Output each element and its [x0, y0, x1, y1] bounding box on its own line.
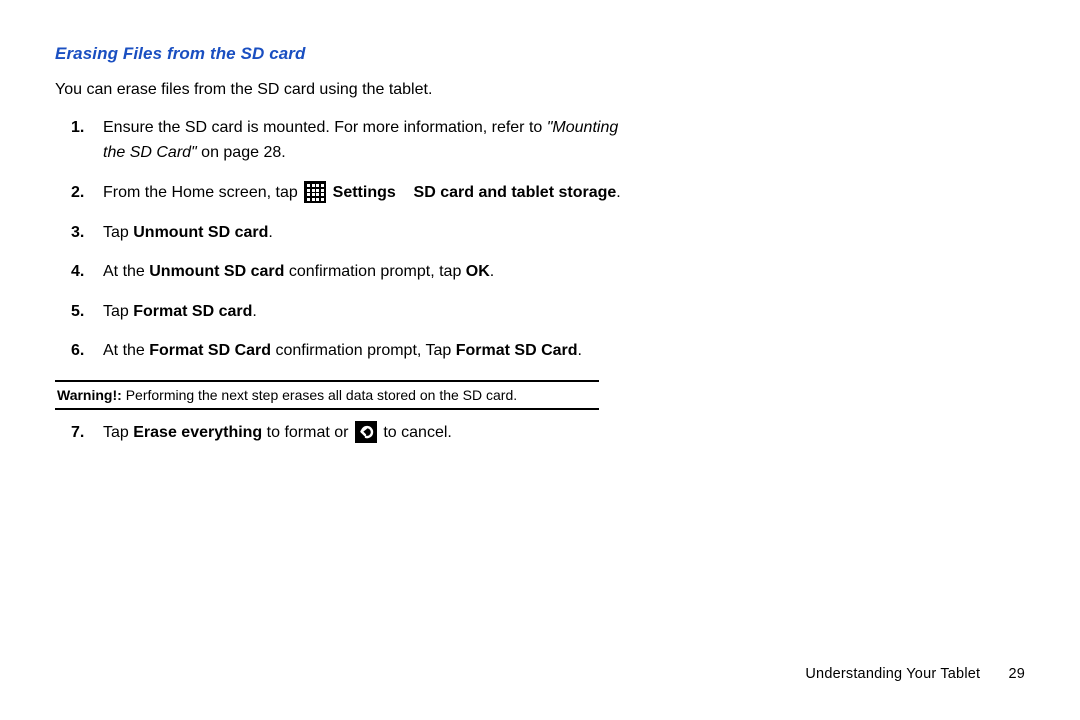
step-text: From the Home screen, tap — [103, 184, 302, 201]
step-7: Tap Erase everything to format or to can… — [101, 420, 641, 446]
page-footer: Understanding Your Tablet 29 — [805, 666, 1025, 682]
step-text: At the — [103, 342, 149, 359]
ui-label-format: Format SD Card — [149, 342, 271, 359]
step-3: Tap Unmount SD card. — [101, 220, 641, 246]
step-text: to cancel. — [383, 424, 451, 441]
step-text: Tap — [103, 224, 133, 241]
manual-page: Erasing Files from the SD card You can e… — [0, 0, 1080, 720]
ui-label-ok: OK — [466, 263, 490, 280]
step-text: . — [616, 184, 620, 201]
step-2: From the Home screen, tap Settings SD ca… — [101, 180, 641, 206]
ui-label-settings: Settings — [333, 184, 396, 201]
step-1: Ensure the SD card is mounted. For more … — [101, 115, 641, 166]
ui-label-format: Format SD Card — [456, 342, 578, 359]
steps-list: Ensure the SD card is mounted. For more … — [55, 115, 641, 364]
footer-section: Understanding Your Tablet — [805, 666, 980, 682]
ui-label-unmount: Unmount SD card — [149, 263, 284, 280]
step-text: to format or — [262, 424, 353, 441]
step-6: At the Format SD Card confirmation promp… — [101, 338, 641, 364]
apps-grid-icon — [304, 181, 326, 203]
step-text: At the — [103, 263, 149, 280]
warning-block: Warning!: Performing the next step erase… — [55, 380, 599, 410]
step-text: . — [578, 342, 582, 359]
back-icon — [355, 421, 377, 443]
step-text: on page 28. — [197, 144, 286, 161]
warning-label: Warning!: — [57, 387, 122, 403]
step-text: . — [252, 303, 256, 320]
step-text: . — [268, 224, 272, 241]
step-text: Tap — [103, 303, 133, 320]
step-text: Tap — [103, 424, 133, 441]
ui-label-format: Format SD card — [133, 303, 252, 320]
step-5: Tap Format SD card. — [101, 299, 641, 325]
steps-list-cont: Tap Erase everything to format or to can… — [55, 420, 641, 446]
step-text: . — [490, 263, 494, 280]
warning-text: Performing the next step erases all data… — [122, 387, 517, 403]
ui-label-sdcard-storage: SD card and tablet storage — [414, 184, 617, 201]
ui-label-erase-everything: Erase everything — [133, 424, 262, 441]
footer-page-number: 29 — [1008, 666, 1025, 682]
ui-label-unmount: Unmount SD card — [133, 224, 268, 241]
step-4: At the Unmount SD card confirmation prom… — [101, 259, 641, 285]
step-text: confirmation prompt, Tap — [271, 342, 456, 359]
step-text: confirmation prompt, tap — [284, 263, 465, 280]
section-heading: Erasing Files from the SD card — [55, 44, 1025, 64]
step-text: Ensure the SD card is mounted. For more … — [103, 119, 547, 136]
intro-text: You can erase files from the SD card usi… — [55, 78, 1025, 103]
